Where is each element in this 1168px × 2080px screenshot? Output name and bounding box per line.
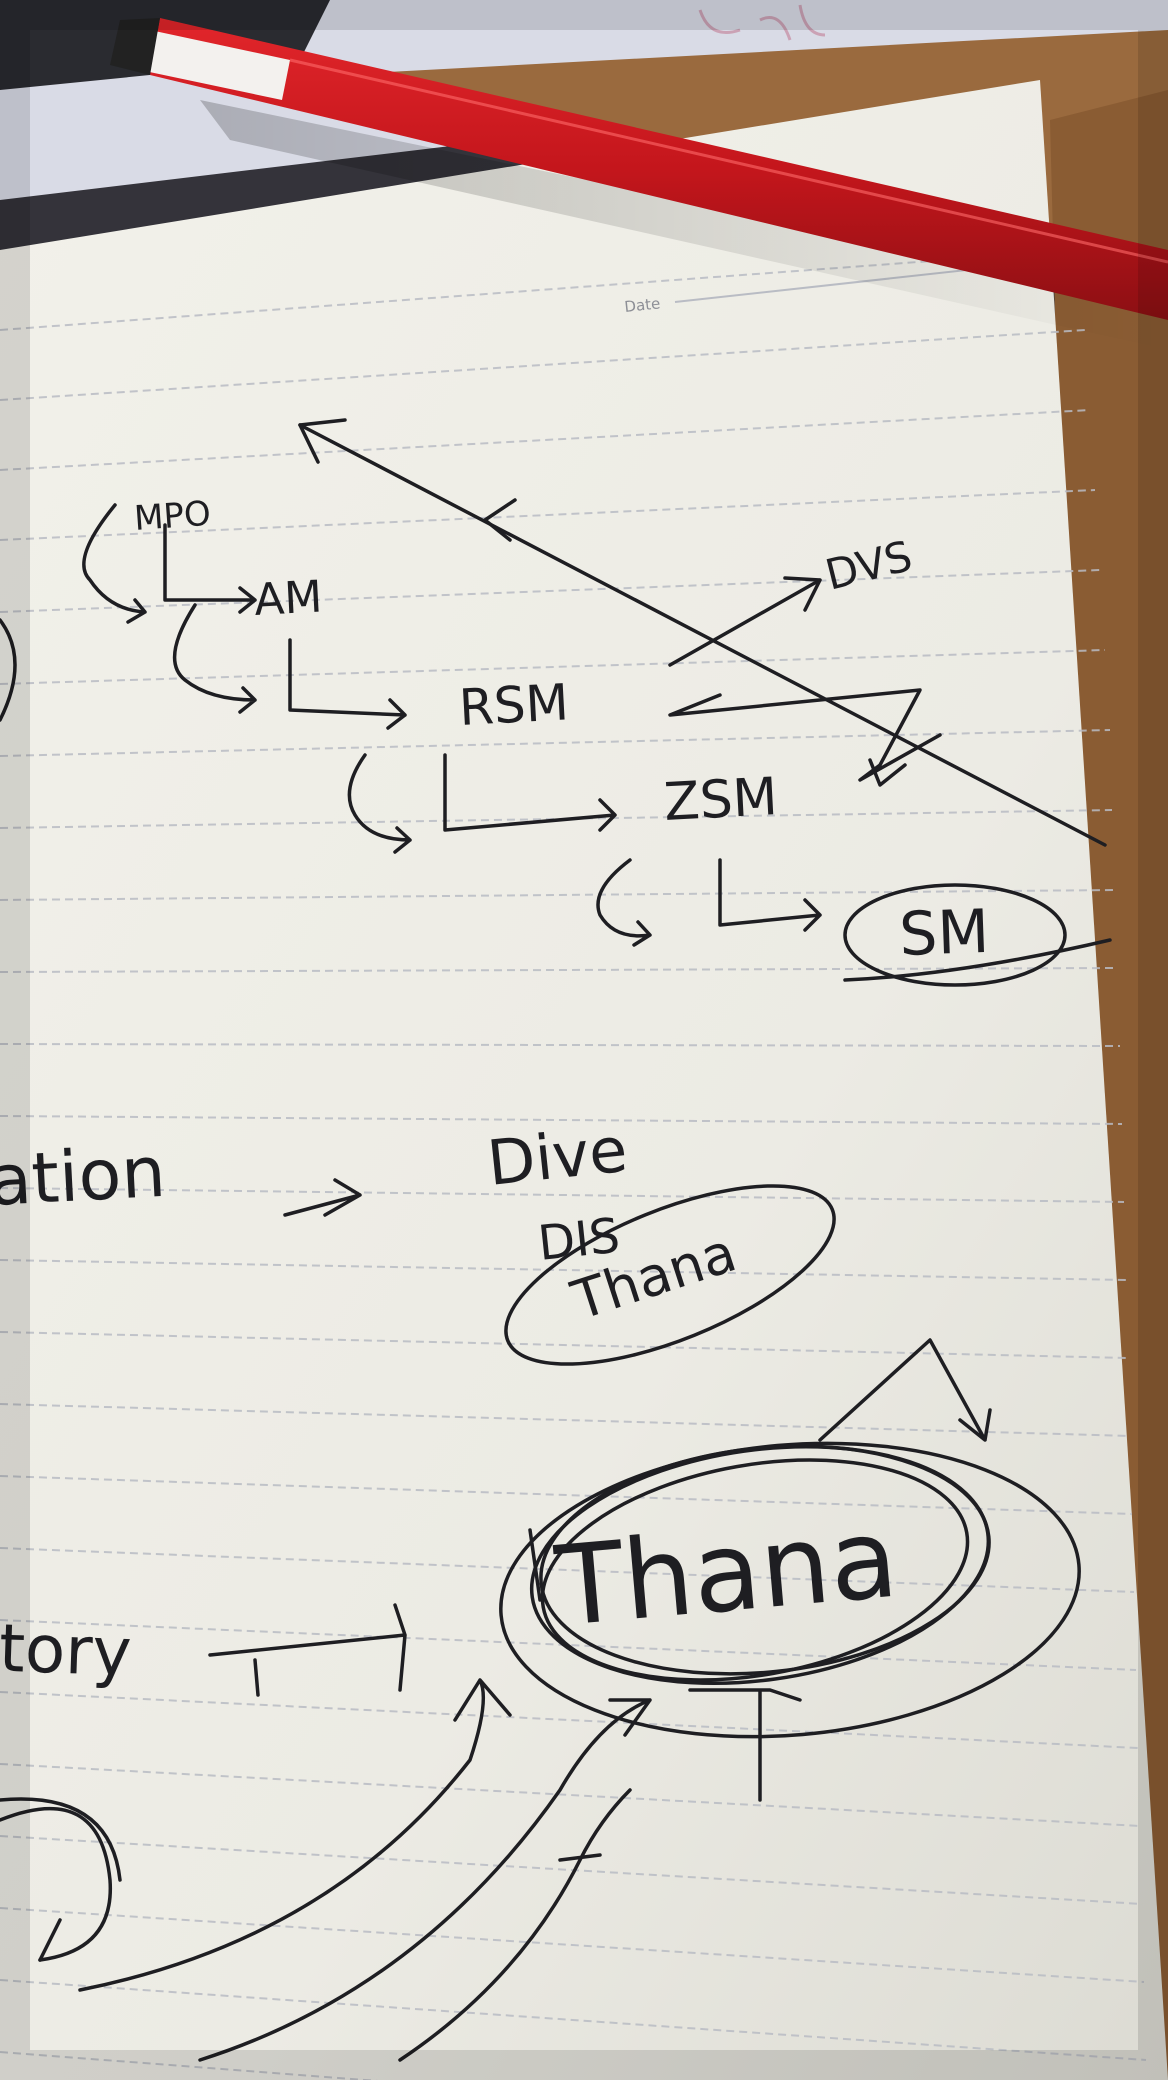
label-rsm: RSM	[458, 673, 571, 737]
word-dive: Dive	[484, 1113, 631, 1200]
photo-scene: Date MPO AM RSM ZSM SM DVS ation Dive DI…	[0, 0, 1168, 2080]
notepad-sheet	[0, 80, 1168, 2080]
label-mpo: MPO	[133, 494, 212, 539]
notepad-photo: Date MPO AM RSM ZSM SM DVS ation Dive DI…	[0, 0, 1168, 2080]
label-zsm: ZSM	[663, 767, 779, 833]
label-am: AM	[253, 571, 324, 625]
date-label: Date	[624, 294, 662, 316]
label-sm: SM	[898, 897, 990, 970]
